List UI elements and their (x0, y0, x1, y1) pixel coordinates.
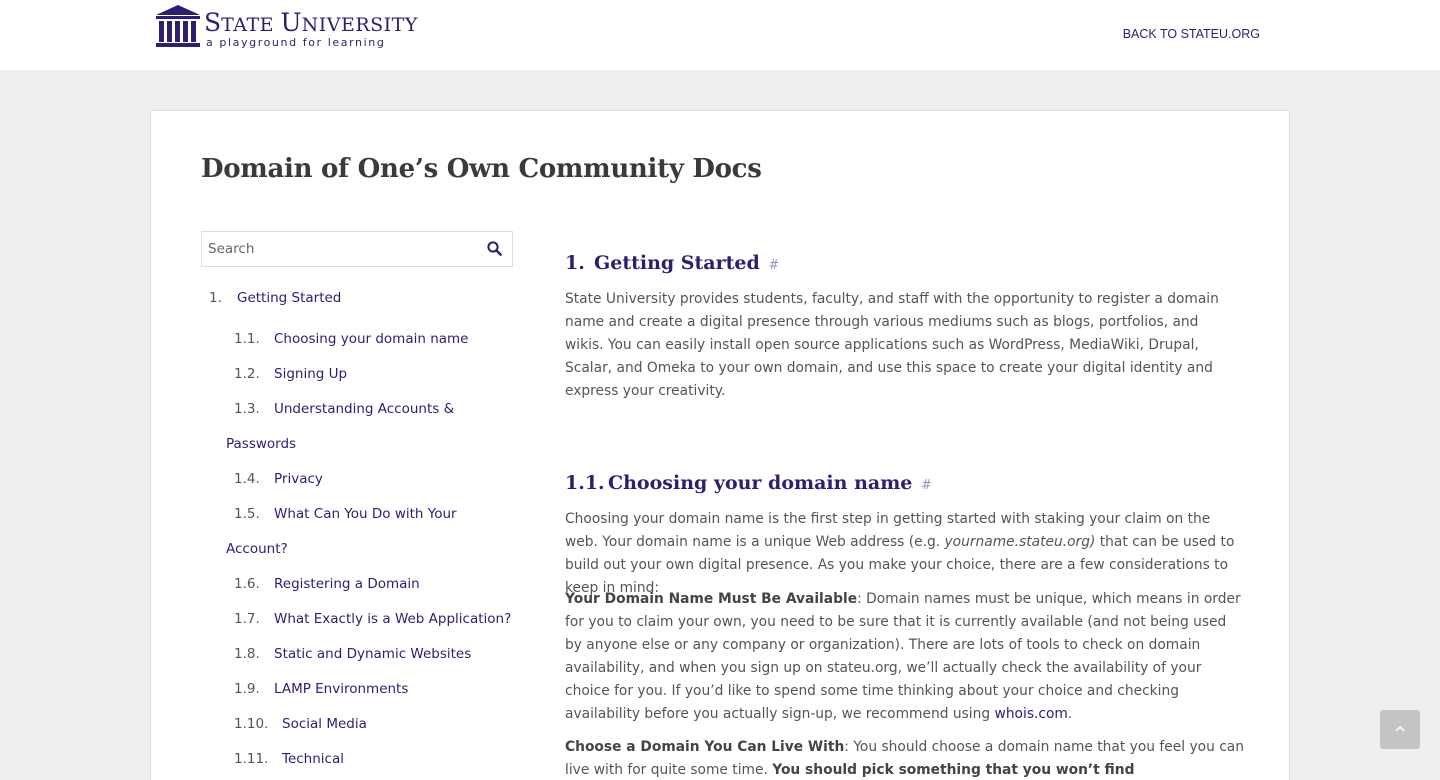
toc-item-registering-domain[interactable]: 1.6. Registering a Domain (201, 567, 513, 602)
toc-item-web-application[interactable]: 1.7. What Exactly is a Web Application? (201, 602, 513, 637)
section-title: Choosing your domain name (608, 472, 913, 494)
section-heading-getting-started: 1. Getting Started # (565, 248, 779, 281)
toc-item-number: 1.10. (234, 716, 269, 732)
back-to-site-link[interactable]: BACK TO STATEU.ORG (1123, 27, 1260, 41)
section-anchor-link[interactable]: # (768, 258, 779, 273)
toc-item-number: 1.4. (234, 471, 260, 487)
search-box (201, 231, 513, 267)
toc-item-number: 1.3. (234, 401, 260, 417)
chevron-up-icon (1395, 725, 1405, 732)
live-with-paragraph: Choose a Domain You Can Live With: You s… (565, 736, 1245, 780)
live-with-label: Choose a Domain You Can Live With (565, 739, 845, 755)
toc-item-number: 1.11. (234, 751, 269, 767)
search-icon[interactable] (487, 241, 502, 256)
toc-item-social-media[interactable]: 1.10. Social Media (201, 707, 513, 742)
section-anchor-link[interactable]: # (921, 478, 932, 493)
toc-item-signing-up[interactable]: 1.2. Signing Up (201, 357, 513, 392)
site-header: STATE UNIVERSITY a playground for learni… (0, 0, 1440, 70)
toc-item-number: 1. (209, 290, 222, 306)
building-columns-icon (156, 5, 200, 47)
section-heading-choosing-domain: 1.1. Choosing your domain name # (565, 468, 932, 501)
availability-paragraph: Your Domain Name Must Be Available: Doma… (565, 591, 1241, 722)
search-input[interactable] (202, 232, 472, 266)
choosing-domain-intro-paragraph: Choosing your domain name is the first s… (565, 511, 1235, 596)
toc-item-number: 1.2. (234, 366, 260, 382)
toc-item-link[interactable]: Getting Started (237, 290, 341, 306)
table-of-contents: 1. Getting Started 1.1. Choosing your doma… (201, 281, 513, 777)
toc-item-what-can-you-do[interactable]: 1.5. What Can You Do with Your Account? (201, 497, 513, 567)
logo-title: STATE UNIVERSITY (204, 8, 418, 37)
docs-card: Domain of One’s Own Community Docs 1. Get… (150, 110, 1290, 780)
toc-item-number: 1.6. (234, 576, 260, 592)
section-title: Getting Started (594, 252, 760, 274)
toc-item-number: 1.8. (234, 646, 260, 662)
toc-item-number: 1.7. (234, 611, 260, 627)
section-number: 1. (565, 252, 585, 274)
toc-item-privacy[interactable]: 1.4. Privacy (201, 462, 513, 497)
availability-label: Your Domain Name Must Be Available (565, 591, 858, 607)
toc-item-number: 1.5. (234, 506, 260, 522)
toc-item-static-dynamic[interactable]: 1.8. Static and Dynamic Websites (201, 637, 513, 672)
section-number: 1.1. (565, 472, 605, 494)
example-domain: yourname.stateu.org) (944, 534, 1096, 550)
page-title: Domain of One’s Own Community Docs (201, 154, 762, 184)
getting-started-paragraph: State University provides students, facu… (565, 291, 1219, 399)
toc-item-technical[interactable]: 1.11. Technical (201, 742, 513, 777)
toc-item-choosing-domain[interactable]: 1.1. Choosing your domain name (201, 322, 513, 357)
toc-item-accounts-passwords[interactable]: 1.3. Understanding Accounts & Passwords (201, 392, 513, 462)
toc-item-getting-started[interactable]: 1. Getting Started (201, 281, 513, 316)
logo-tagline: a playground for learning (206, 36, 386, 49)
whois-link[interactable]: whois.com (995, 706, 1068, 722)
toc-item-number: 1.9. (234, 681, 260, 697)
toc-item-lamp[interactable]: 1.9. LAMP Environments (201, 672, 513, 707)
site-logo[interactable]: STATE UNIVERSITY a playground for learni… (154, 4, 417, 50)
back-to-top-button[interactable] (1380, 710, 1420, 749)
toc-item-number: 1.1. (234, 331, 260, 347)
